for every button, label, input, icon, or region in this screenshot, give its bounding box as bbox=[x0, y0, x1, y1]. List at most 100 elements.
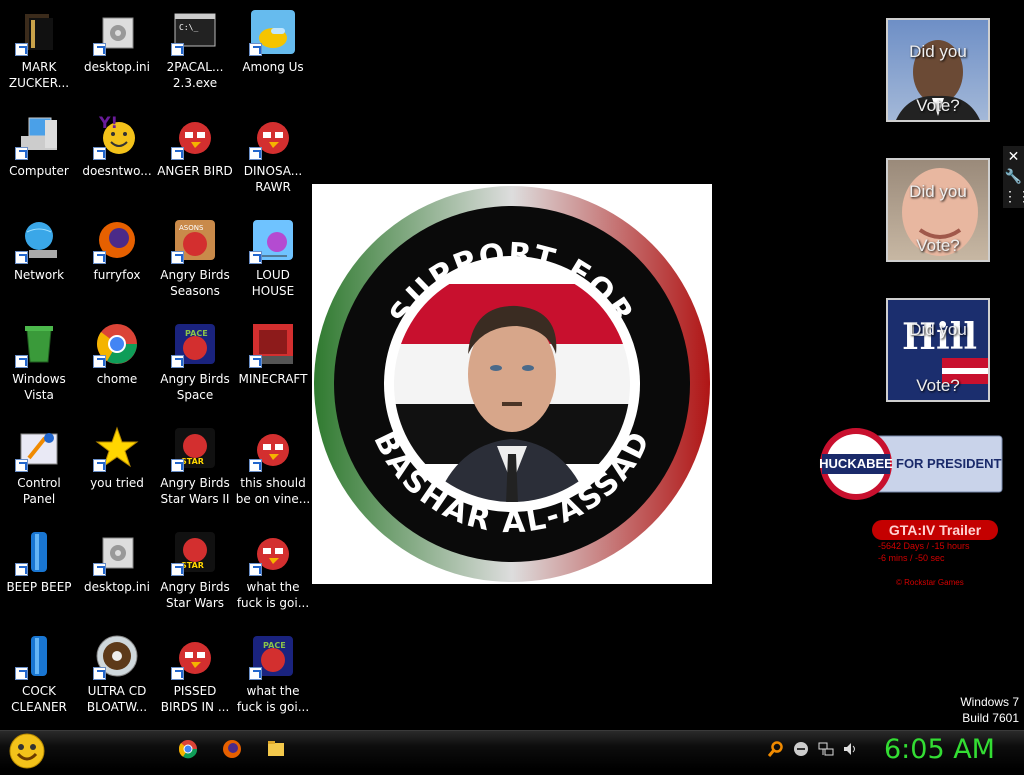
angry-birds-star-wars-icon: STAR bbox=[171, 528, 219, 576]
hill-line1: Did you bbox=[909, 320, 967, 339]
desktop-icon[interactable]: ULTRA CD BLOATW... bbox=[78, 624, 156, 724]
huckabee-tagline: FOR PRESIDENT bbox=[896, 456, 1002, 471]
gta-countdown-gadget[interactable]: GTA:IV Trailer -5642 Days / -15 hours -6… bbox=[868, 520, 1008, 600]
shortcut-arrow-icon bbox=[15, 563, 28, 576]
shortcut-arrow-icon bbox=[171, 459, 184, 472]
desktop-icon-label: BEEP BEEP bbox=[6, 580, 72, 594]
shortcut-arrow-icon bbox=[93, 251, 106, 264]
chrome-icon bbox=[93, 320, 141, 368]
close-icon[interactable]: ✕ bbox=[1003, 146, 1024, 166]
desktop-icon[interactable]: PACE Angry Birds Space bbox=[156, 312, 234, 412]
desktop-icon[interactable]: you tried bbox=[78, 416, 156, 516]
desktop-icon-label: DINOSA... RAWR bbox=[243, 164, 303, 194]
desktop-icon[interactable]: desktop.ini bbox=[78, 0, 156, 100]
desktop-icon[interactable]: Y! doesntwo... bbox=[78, 104, 156, 204]
desktop-icons: MARK ZUCKER... desktop.ini C:\_ 2PACAL... 2… bbox=[0, 0, 312, 728]
desktop-icon[interactable]: Computer bbox=[0, 104, 78, 204]
desktop-icon[interactable]: Control Panel bbox=[0, 416, 78, 516]
shortcut-arrow-icon bbox=[249, 147, 262, 160]
desktop-icon[interactable]: ASONS Angry Birds Seasons bbox=[156, 208, 234, 308]
gta-days: -5642 Days / -15 hours bbox=[878, 541, 970, 551]
desktop-icon-label: chome bbox=[96, 372, 138, 386]
chrome-icon[interactable] bbox=[178, 739, 198, 759]
desktop-icon-label: Angry Birds Seasons bbox=[160, 268, 230, 298]
mccain-line1: Did you bbox=[909, 182, 967, 201]
desktop-icon-label: this should be on vine... bbox=[235, 476, 311, 506]
desktop-icon[interactable]: furryfox bbox=[78, 208, 156, 308]
desktop-icon[interactable]: Among Us bbox=[234, 0, 312, 100]
network-globe-icon bbox=[15, 216, 63, 264]
cd-icon bbox=[93, 632, 141, 680]
assad-poster-image[interactable]: SUPPORT FOR BASHAR AL-ASSAD bbox=[312, 184, 712, 584]
desktop-icon[interactable]: PISSED BIRDS IN ... bbox=[156, 624, 234, 724]
desktop-icon[interactable]: what the fuck is goi... bbox=[234, 520, 312, 620]
folder-icon[interactable] bbox=[266, 739, 286, 759]
desktop-icon[interactable]: desktop.ini bbox=[78, 520, 156, 620]
desktop-icon[interactable]: MARK ZUCKER... bbox=[0, 0, 78, 100]
desktop-icon[interactable]: MINECRAFT bbox=[234, 312, 312, 412]
computer-icon bbox=[15, 112, 63, 160]
desktop-icon[interactable]: PACE what the fuck is goi... bbox=[234, 624, 312, 724]
desktop-icon-label: doesntwo... bbox=[82, 164, 152, 178]
desktop-icon[interactable]: STAR Angry Birds Star Wars bbox=[156, 520, 234, 620]
desktop-icon-label: Network bbox=[13, 268, 65, 282]
desktop-icon[interactable]: STAR Angry Birds Star Wars II bbox=[156, 416, 234, 516]
desktop-icon-label: Angry Birds Space bbox=[160, 372, 230, 402]
mccain-vote-gadget[interactable]: Did you Vote? bbox=[886, 158, 990, 262]
obama-vote-gadget[interactable]: Did you Vote? bbox=[886, 18, 990, 122]
desktop-icon[interactable]: LOUD HOUSE bbox=[234, 208, 312, 308]
desktop-icon[interactable]: DINOSA... RAWR bbox=[234, 104, 312, 204]
settings-file-icon bbox=[93, 8, 141, 56]
desktop-icon-label: MARK ZUCKER... bbox=[8, 60, 70, 90]
svg-text:ASONS: ASONS bbox=[179, 224, 204, 232]
desktop-icon-label: furryfox bbox=[93, 268, 141, 282]
svg-text:STAR: STAR bbox=[181, 457, 204, 466]
desktop-icon-label: 2PACAL... 2.3.exe bbox=[166, 60, 224, 90]
shortcut-arrow-icon bbox=[15, 667, 28, 680]
shortcut-arrow-icon bbox=[171, 355, 184, 368]
clock[interactable]: 6:05 AM bbox=[884, 734, 995, 765]
svg-text:Y!: Y! bbox=[98, 113, 118, 132]
shortcut-arrow-icon bbox=[171, 563, 184, 576]
shortcut-arrow-icon bbox=[15, 459, 28, 472]
desktop-icon-label: LOUD HOUSE bbox=[251, 268, 295, 298]
speaker-icon[interactable] bbox=[842, 741, 858, 757]
volume-mixer-icon[interactable] bbox=[793, 741, 809, 757]
control-panel-icon bbox=[15, 424, 63, 472]
obama-line1: Did you bbox=[909, 42, 967, 61]
desktop-icon[interactable]: this should be on vine... bbox=[234, 416, 312, 516]
loud-house-icon bbox=[249, 216, 297, 264]
shortcut-arrow-icon bbox=[171, 43, 184, 56]
angry-birds-seasons-icon: ASONS bbox=[171, 216, 219, 264]
desktop-icon-label: ULTRA CD BLOATW... bbox=[86, 684, 148, 714]
search-icon[interactable] bbox=[767, 741, 784, 757]
angry-birds-star-wars-icon: STAR bbox=[171, 424, 219, 472]
gadget-controls: ✕ 🔧 ⋮⋮ bbox=[1003, 146, 1024, 208]
desktop-icon[interactable]: Network bbox=[0, 208, 78, 308]
smiley-start-icon[interactable] bbox=[8, 732, 46, 770]
book-icon bbox=[15, 8, 63, 56]
shortcut-arrow-icon bbox=[93, 563, 106, 576]
network-icon[interactable] bbox=[818, 741, 834, 757]
watermark-os: Windows 7 bbox=[960, 695, 1019, 709]
grip-icon[interactable]: ⋮⋮ bbox=[1003, 186, 1024, 206]
desktop-icon[interactable]: Windows Vista bbox=[0, 312, 78, 412]
hillary-vote-gadget[interactable]: Hill Did you Vote? bbox=[886, 298, 990, 402]
desktop-icon[interactable]: C:\_ 2PACAL... 2.3.exe bbox=[156, 0, 234, 100]
shortcut-arrow-icon bbox=[93, 147, 106, 160]
desktop-icon[interactable]: chome bbox=[78, 312, 156, 412]
desktop-icon[interactable]: COCK CLEANER bbox=[0, 624, 78, 724]
firefox-icon[interactable] bbox=[222, 739, 242, 759]
huckabee-name: HUCKABEE bbox=[819, 456, 893, 471]
desktop-icon[interactable]: BEEP BEEP bbox=[0, 520, 78, 620]
desktop-icon-label: Windows Vista bbox=[12, 372, 66, 402]
shortcut-arrow-icon bbox=[171, 147, 184, 160]
minecraft-icon bbox=[249, 320, 297, 368]
among-us-icon bbox=[249, 8, 297, 56]
yahoo-messenger-icon: Y! bbox=[93, 112, 141, 160]
huckabee-gadget[interactable]: HUCKABEE FOR PRESIDENT bbox=[814, 426, 1004, 502]
angry-birds-space-icon: PACE bbox=[171, 320, 219, 368]
desktop-icon[interactable]: ANGER BIRD bbox=[156, 104, 234, 204]
shortcut-arrow-icon bbox=[171, 251, 184, 264]
wrench-icon[interactable]: 🔧 bbox=[1003, 166, 1024, 186]
